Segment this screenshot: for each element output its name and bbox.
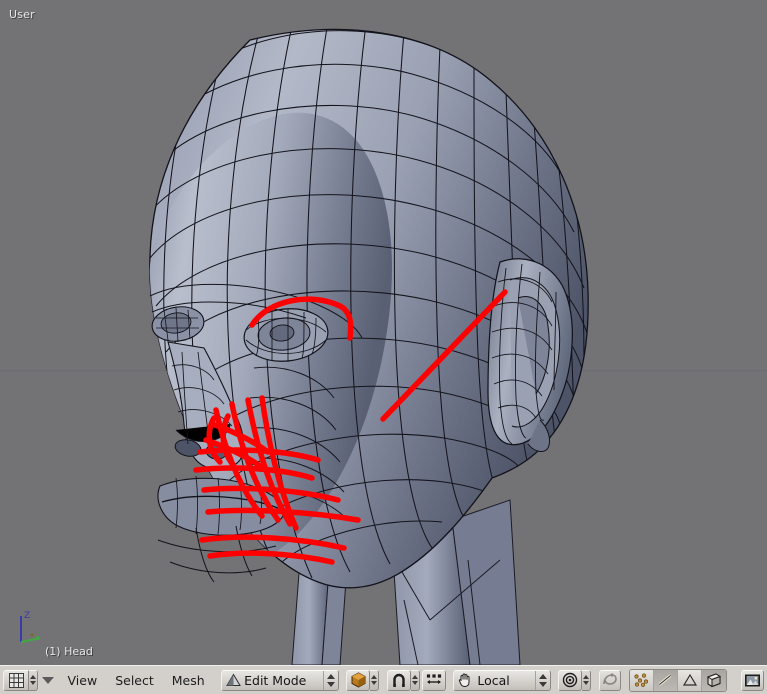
menu-mesh[interactable]: Mesh <box>163 670 214 691</box>
occlude-cube-icon[interactable] <box>702 669 726 691</box>
pivot-stepper[interactable] <box>582 669 592 691</box>
menu-view[interactable]: View <box>59 670 107 691</box>
chevron-down-icon[interactable] <box>38 670 59 691</box>
magnet-icon[interactable] <box>386 669 411 691</box>
head-mesh[interactable] <box>0 0 767 665</box>
mode-dropdown-value: Edit Mode <box>244 672 307 688</box>
3d-viewport[interactable]: User (1) Head Z <box>0 0 767 665</box>
transform-orientation-stepper[interactable] <box>534 670 550 690</box>
shading-stepper[interactable] <box>370 669 380 691</box>
snap-target-icon[interactable] <box>421 669 446 691</box>
viewport-header-toolbar[interactable]: View Select Mesh Edit Mode Local <box>0 665 767 694</box>
render-image-icon[interactable] <box>741 669 764 691</box>
mode-dropdown[interactable]: Edit Mode <box>221 669 339 691</box>
mode-dropdown-stepper[interactable] <box>323 670 338 690</box>
shading-selector[interactable] <box>346 669 380 691</box>
axis-gizmo: Z <box>20 611 40 643</box>
solid-shading-icon[interactable] <box>346 669 371 691</box>
svg-text:Z: Z <box>24 611 30 621</box>
transform-orientation-value: Local <box>477 672 510 688</box>
hand-icon <box>457 672 473 688</box>
select-mode-group[interactable] <box>628 668 727 692</box>
face-select-button[interactable] <box>678 669 703 691</box>
transform-orientation-dropdown[interactable]: Local <box>453 669 551 691</box>
vertex-select-button[interactable] <box>629 669 654 691</box>
pivot-center-icon[interactable] <box>558 669 583 691</box>
snap-mode-stepper[interactable] <box>410 669 420 691</box>
triangle-mesh-icon <box>226 673 242 687</box>
pivot-selector[interactable] <box>558 669 592 691</box>
edge-select-button[interactable] <box>653 669 679 691</box>
viewport-view-name: User <box>9 8 35 21</box>
grid-icon[interactable] <box>3 669 29 691</box>
editor-type-stepper[interactable] <box>29 669 38 691</box>
menu-select[interactable]: Select <box>106 670 163 691</box>
editor-type-selector[interactable] <box>3 669 38 691</box>
blender-window: User (1) Head Z View Select Mesh Edit Mo… <box>0 0 767 694</box>
snap-toggle[interactable] <box>386 669 446 691</box>
proportional-edit-icon[interactable] <box>598 669 622 691</box>
